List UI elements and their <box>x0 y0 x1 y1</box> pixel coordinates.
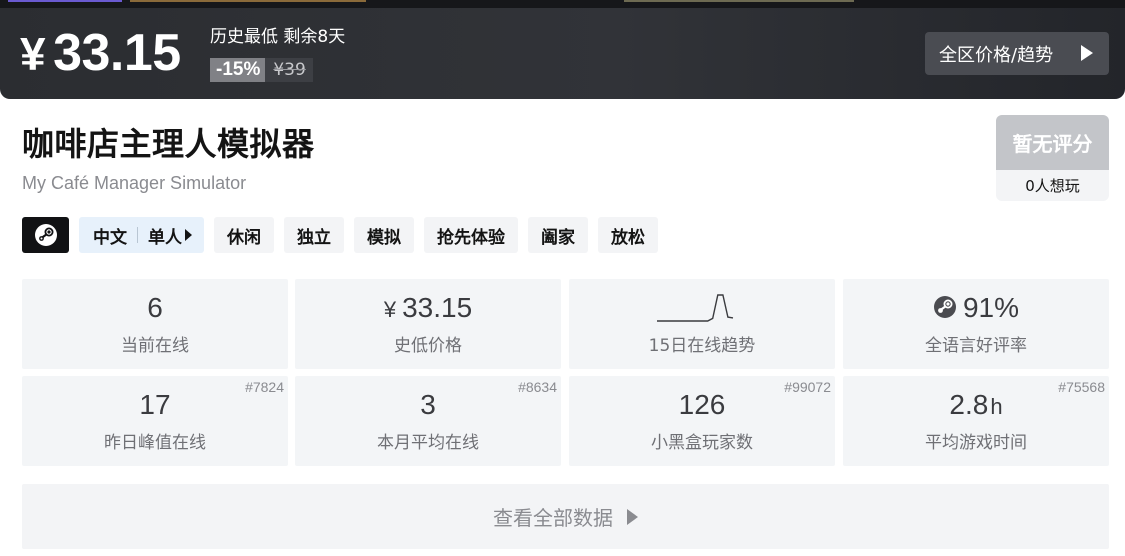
screenshot-strip <box>0 0 1125 8</box>
stat-value: 126 <box>678 389 726 420</box>
play-arrow-icon <box>627 508 638 525</box>
stat-positive-rate[interactable]: 91% 全语言好评率 <box>843 279 1109 369</box>
genre-tag[interactable]: 阖家 <box>528 217 588 253</box>
view-all-data-button[interactable]: 查看全部数据 <box>22 484 1109 549</box>
genre-tag[interactable]: 放松 <box>598 217 658 253</box>
players-label: 单人 <box>148 227 182 248</box>
stat-value: 17 <box>139 389 171 420</box>
play-arrow-icon <box>1081 45 1093 61</box>
region-price-label: 全区价格/趋势 <box>939 44 1054 66</box>
stat-label: 当前在线 <box>121 336 189 356</box>
language-tag[interactable]: 中文 单人 <box>79 217 204 253</box>
score-label: 暂无评分 <box>996 115 1109 170</box>
steam-icon <box>34 224 57 246</box>
stat-label: 本月平均在线 <box>377 433 479 453</box>
strip-thumb <box>130 0 366 2</box>
playtime-value: 2.8 <box>949 389 989 420</box>
stat-label: 小黑盒玩家数 <box>651 433 753 453</box>
genre-tag[interactable]: 抢先体验 <box>424 217 518 253</box>
view-all-data-label: 查看全部数据 <box>493 506 613 530</box>
stat-heybox-players[interactable]: #99072 126 小黑盒玩家数 <box>569 376 835 466</box>
stat-value: ¥33.15 <box>295 291 561 327</box>
stat-value: 3 <box>420 389 436 420</box>
stat-avg-playtime[interactable]: #75568 2.8h 平均游戏时间 <box>843 376 1109 466</box>
platform-tag[interactable] <box>22 217 69 253</box>
rate-value: 91% <box>962 292 1020 323</box>
language-label: 中文 <box>93 227 127 248</box>
trend-sparkline <box>657 294 734 322</box>
stat-label: 全语言好评率 <box>925 336 1027 356</box>
price-value: 33.15 <box>402 292 473 323</box>
stat-value: 91% <box>843 291 1109 325</box>
stat-yesterday-peak[interactable]: #7824 17 昨日峰值在线 <box>22 376 288 466</box>
stat-label: 15日在线趋势 <box>648 336 756 356</box>
score-box[interactable]: 暂无评分 0人想玩 <box>996 115 1109 201</box>
price-note: 历史最低 剩余8天 <box>210 27 346 47</box>
strip-thumb <box>8 0 122 2</box>
steam-icon <box>933 296 956 318</box>
stat-online-trend[interactable]: 15日在线趋势 <box>569 279 835 369</box>
original-price: ¥39 <box>265 58 313 82</box>
stat-current-online[interactable]: 6 当前在线 <box>22 279 288 369</box>
stat-lowest-price[interactable]: ¥33.15 史低价格 <box>295 279 561 369</box>
region-price-button[interactable]: 全区价格/趋势 <box>925 32 1109 75</box>
game-subtitle: My Café Manager Simulator <box>22 173 247 193</box>
price-value: 33.15 <box>53 24 181 82</box>
stat-label: 昨日峰值在线 <box>104 433 206 453</box>
wishlist-count: 0人想玩 <box>1025 177 1080 195</box>
currency-symbol: ¥ <box>383 297 397 322</box>
stat-value: 6 <box>147 292 163 323</box>
tag-list: 中文 单人 休闲 独立 模拟 抢先体验 阖家 放松 <box>22 217 658 253</box>
current-price: ¥33.15 <box>20 22 181 85</box>
price-banner: ¥33.15 历史最低 剩余8天 -15% ¥39 全区价格/趋势 <box>0 0 1125 99</box>
game-title: 咖啡店主理人模拟器 <box>22 125 315 163</box>
trend-line <box>657 294 734 322</box>
divider <box>137 227 138 243</box>
stat-label: 平均游戏时间 <box>925 433 1027 453</box>
stat-label: 史低价格 <box>394 336 462 356</box>
stat-monthly-avg[interactable]: #8634 3 本月平均在线 <box>295 376 561 466</box>
currency-symbol: ¥ <box>20 28 46 80</box>
strip-thumb <box>624 0 854 2</box>
genre-tag[interactable]: 休闲 <box>214 217 274 253</box>
discount-row: -15% ¥39 <box>210 58 313 82</box>
stat-value: 2.8h <box>843 388 1109 424</box>
discount-badge: -15% <box>210 58 266 82</box>
genre-tag[interactable]: 独立 <box>284 217 344 253</box>
caret-right-icon <box>185 229 192 241</box>
genre-tag[interactable]: 模拟 <box>354 217 414 253</box>
playtime-unit: h <box>990 394 1003 419</box>
